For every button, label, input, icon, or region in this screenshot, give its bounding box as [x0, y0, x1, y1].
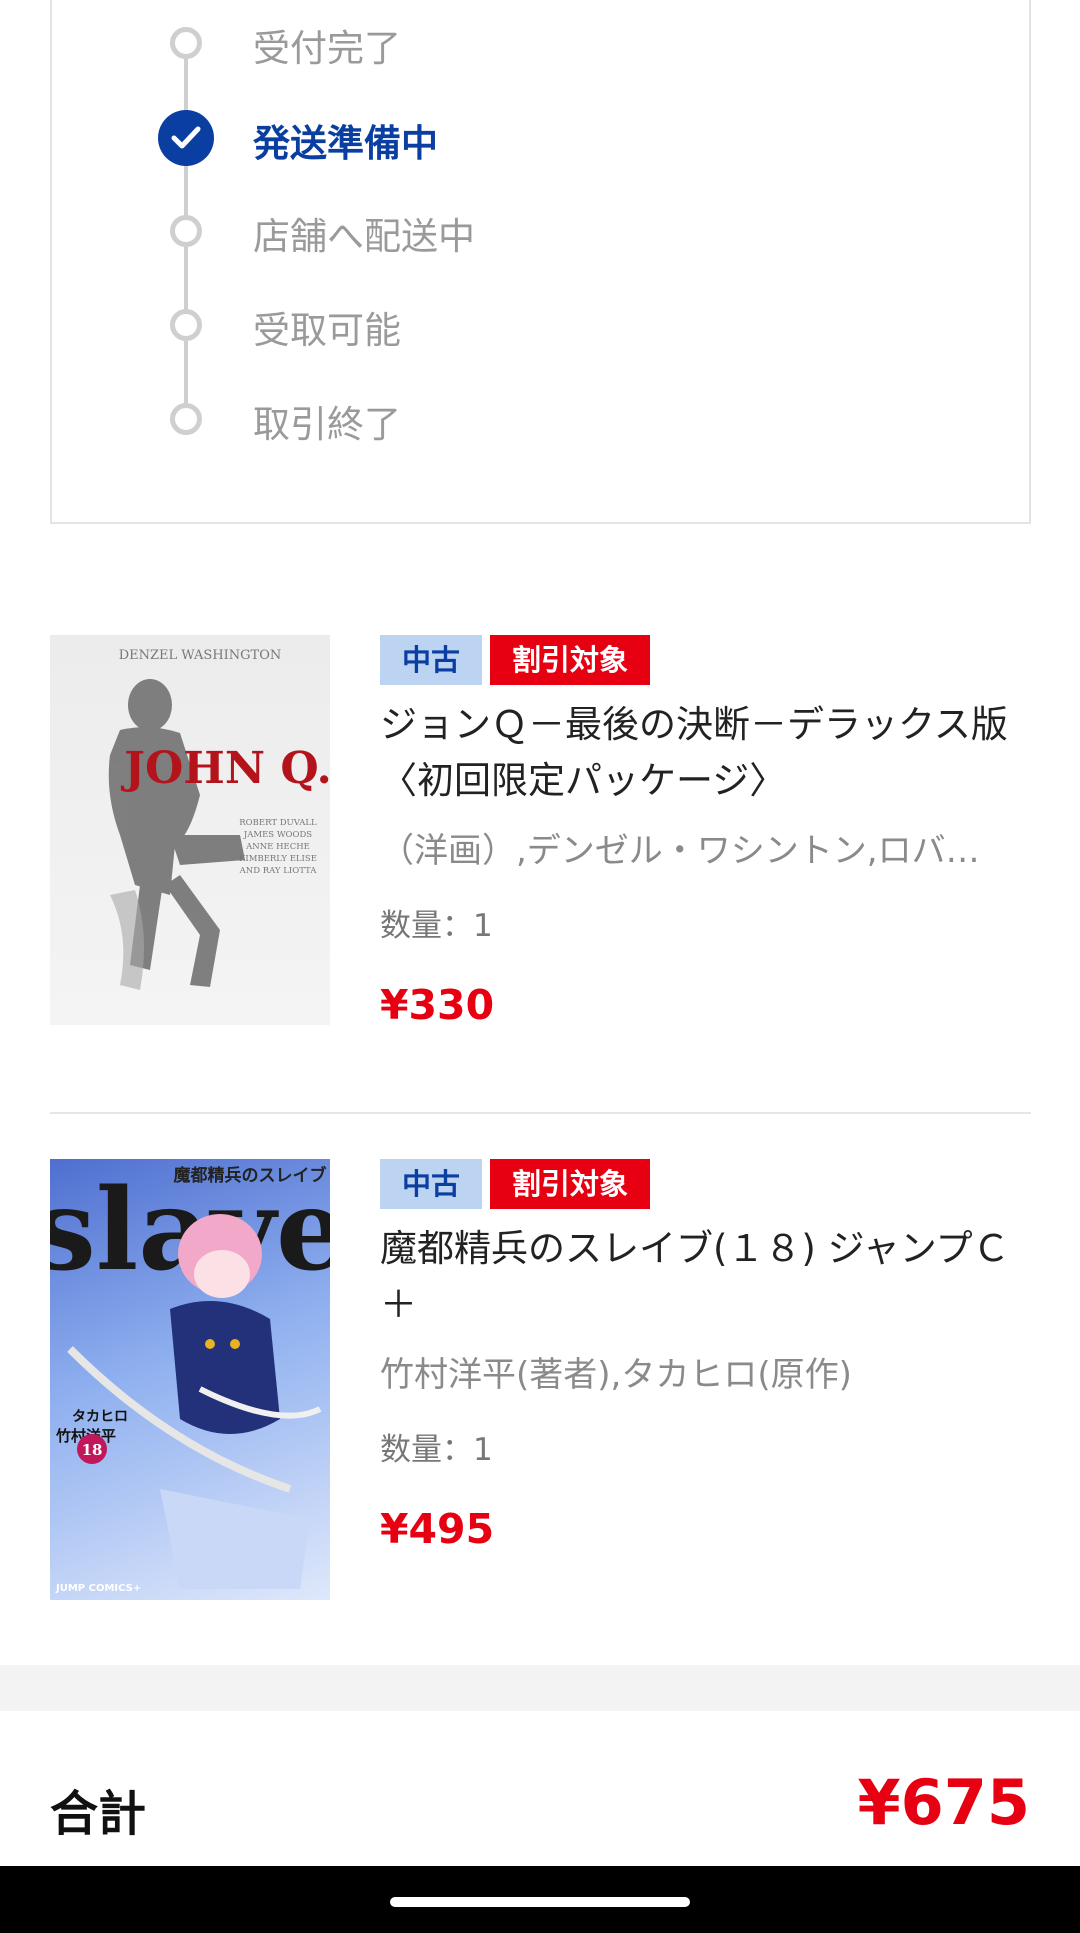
step-label: 店舗へ配送中 — [253, 215, 475, 258]
product-info: 中古 割引対象 魔都精兵のスレイブ(１８) ジャンプＣ＋ 竹村洋平(著者),タカ… — [380, 1159, 1040, 1553]
condition-badge: 中古 — [380, 1159, 483, 1209]
step-label: 受付完了 — [253, 27, 401, 70]
imprint-logo: JUMP COMICS+ — [55, 1583, 141, 1594]
total-label: 合計 — [50, 1786, 147, 1842]
product-author: 竹村洋平(著者),タカヒロ(原作) — [380, 1355, 852, 1395]
product-cover-image[interactable]: 魔都精兵のスレイブ slave タカヒロ 竹村洋平 18 JUMP COMICS… — [50, 1159, 330, 1600]
condition-badge: 中古 — [380, 635, 483, 685]
cover-credit: ANNE HECHE — [245, 842, 310, 852]
order-detail-page: 受付完了 発送準備中 店舗へ配送中 受取可能 取引終了 DENZEL WASHI… — [0, 0, 1080, 1933]
step-label: 発送準備中 — [253, 122, 438, 165]
cover-title-text: JOHN Q. — [120, 743, 330, 794]
cover-credit: タカヒロ — [72, 1409, 128, 1425]
step-dot — [170, 403, 202, 435]
product-price: ¥330 — [380, 981, 495, 1029]
product-quantity: 数量：1 — [380, 1432, 493, 1468]
product-quantity: 数量：1 — [380, 908, 493, 944]
product-author: （洋画）,デンゼル・ワシントン,ロバ… — [380, 831, 980, 871]
cover-credit: KIMBERLY ELISE — [239, 854, 317, 864]
section-separator — [0, 1665, 1080, 1711]
cover-credit: AND RAY LIOTTA — [239, 866, 318, 876]
product-price: ¥495 — [380, 1505, 495, 1553]
status-step-completed: 取引終了 — [52, 392, 952, 452]
step-label: 取引終了 — [253, 403, 401, 446]
cover-credit: ROBERT DUVALL — [239, 818, 317, 828]
cover-credit: JAMES WOODS — [243, 830, 312, 840]
product-badges: 中古 割引対象 — [380, 635, 1040, 685]
product-title[interactable]: ジョンＱ－最後の決断－デラックス版〈初回限定パッケージ〉 — [380, 697, 1030, 809]
discount-badge: 割引対象 — [490, 635, 651, 685]
status-step-ready-for-pickup: 受取可能 — [52, 298, 952, 358]
step-dot — [170, 215, 202, 247]
product-badges: 中古 割引対象 — [380, 1159, 1040, 1209]
checkmark-icon — [158, 110, 214, 166]
product-info: 中古 割引対象 ジョンＱ－最後の決断－デラックス版〈初回限定パッケージ〉 （洋画… — [380, 635, 1040, 1029]
order-item[interactable]: 魔都精兵のスレイブ slave タカヒロ 竹村洋平 18 JUMP COMICS… — [50, 1159, 1031, 1600]
step-label: 受取可能 — [253, 309, 401, 352]
order-status-card: 受付完了 発送準備中 店舗へ配送中 受取可能 取引終了 — [50, 0, 1031, 524]
discount-badge: 割引対象 — [490, 1159, 651, 1209]
order-item[interactable]: DENZEL WASHINGTON JOHN Q. ROBERT DUVALL … — [50, 635, 1031, 1029]
step-dot — [170, 309, 202, 341]
product-cover-image[interactable]: DENZEL WASHINGTON JOHN Q. ROBERT DUVALL … — [50, 635, 330, 1025]
home-indicator[interactable] — [390, 1897, 690, 1907]
status-step-shipping-to-store: 店舗へ配送中 — [52, 204, 952, 264]
total-price: ¥675 — [857, 1766, 1030, 1839]
cover-top-text: DENZEL WASHINGTON — [119, 648, 282, 663]
status-step-preparing: 発送準備中 — [52, 110, 952, 170]
step-dot — [170, 27, 202, 59]
product-title[interactable]: 魔都精兵のスレイブ(１８) ジャンプＣ＋ — [380, 1221, 1030, 1333]
status-step-received: 受付完了 — [52, 16, 952, 76]
item-divider — [50, 1112, 1031, 1114]
volume-number: 18 — [82, 1441, 103, 1459]
